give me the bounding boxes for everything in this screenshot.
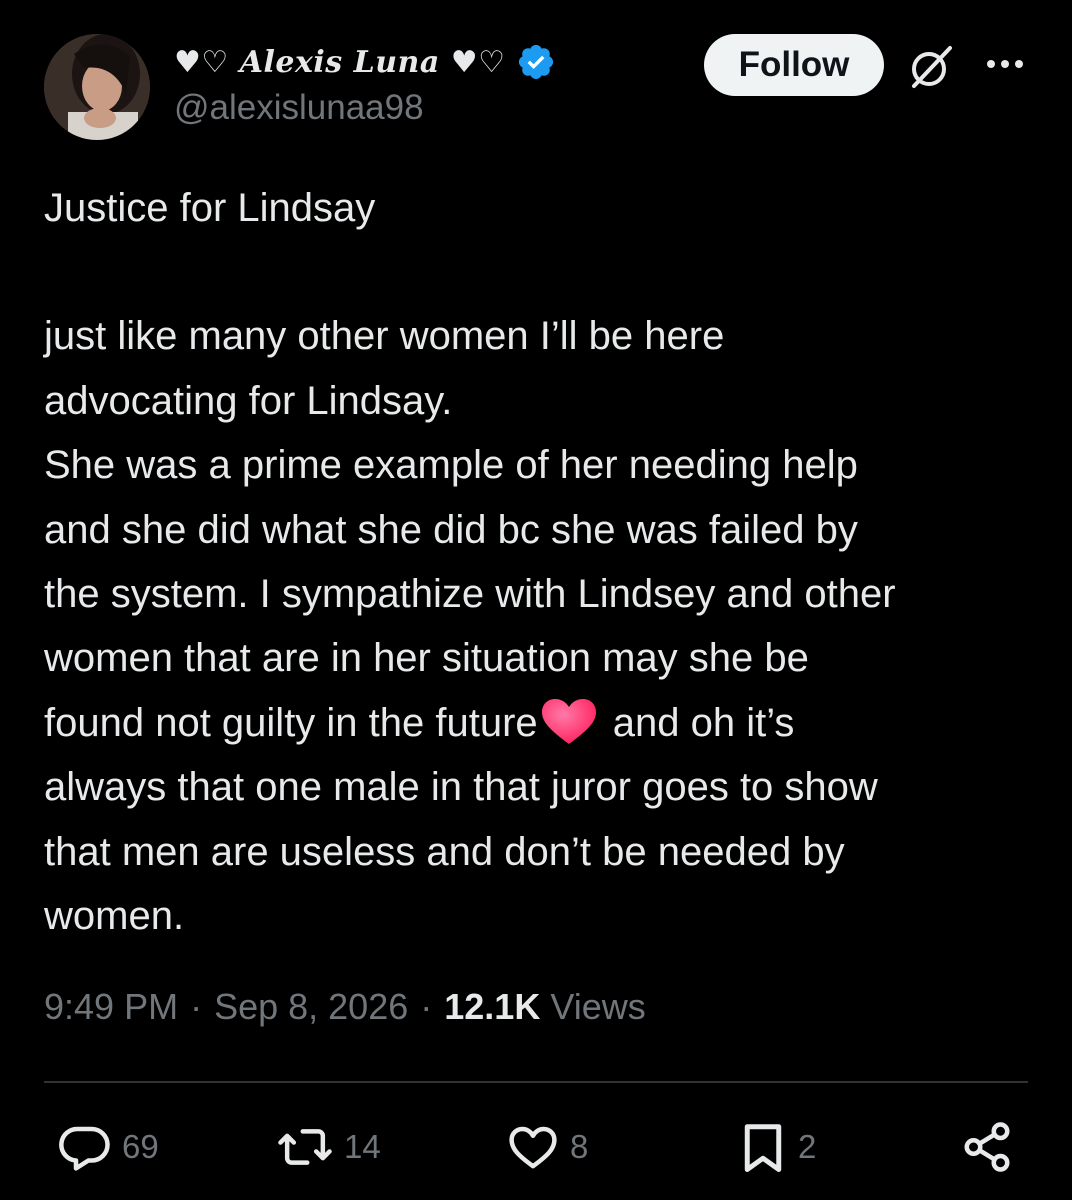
reply-count: 69 bbox=[122, 1128, 159, 1165]
share-icon bbox=[964, 1122, 1010, 1172]
retweet-count: 14 bbox=[344, 1128, 381, 1165]
bookmark-count: 2 bbox=[798, 1128, 817, 1165]
like-button[interactable]: 8 bbox=[506, 1112, 588, 1182]
retweet-icon bbox=[278, 1129, 332, 1165]
grok-icon[interactable] bbox=[906, 42, 956, 92]
user-handle[interactable]: @alexislunaa98 bbox=[174, 88, 424, 128]
tweet-date[interactable]: Sep 8, 2026 bbox=[214, 986, 408, 1028]
follow-button[interactable]: Follow bbox=[704, 34, 884, 96]
bookmark-button[interactable]: 2 bbox=[738, 1112, 816, 1182]
tweet-time[interactable]: 9:49 PM bbox=[44, 986, 178, 1028]
tweet-title-line: Justice for Lindsay bbox=[44, 186, 376, 230]
tweet-header: ♥♡ Alexis Luna ♥♡ @alexislunaa98 Follow bbox=[44, 30, 1028, 142]
tweet-line: women that are in her situation may she … bbox=[44, 636, 809, 681]
display-name[interactable]: ♥♡ Alexis Luna ♥♡ bbox=[174, 45, 506, 80]
tweet-line: women. bbox=[44, 894, 185, 939]
share-button[interactable] bbox=[960, 1112, 1014, 1182]
heart-icon bbox=[509, 1126, 557, 1169]
reply-icon bbox=[59, 1126, 110, 1171]
tweet-actions-bar: 69 14 8 2 bbox=[44, 1112, 1028, 1182]
reply-button[interactable]: 69 bbox=[58, 1112, 159, 1182]
tweet-line: just like many other women I’ll be here bbox=[44, 314, 725, 359]
views-count: 12.1K bbox=[444, 986, 541, 1027]
bookmark-icon bbox=[744, 1124, 782, 1172]
views-label: Views bbox=[550, 986, 646, 1027]
tweet-line-part: and oh it’s bbox=[601, 700, 795, 745]
tweet-meta: 9:49 PM · Sep 8, 2026 · 12.1K Views bbox=[44, 986, 646, 1028]
tweet-line: that men are useless and don’t be needed… bbox=[44, 829, 845, 874]
tweet-line: advocating for Lindsay. bbox=[44, 378, 453, 423]
display-name-row: ♥♡ Alexis Luna ♥♡ bbox=[174, 38, 556, 86]
tweet-line-with-emoji: found not guilty in the future and oh it… bbox=[44, 691, 1034, 755]
tweet-line-part: found not guilty in the future bbox=[44, 700, 538, 745]
retweet-button[interactable]: 14 bbox=[276, 1112, 381, 1182]
tweet-line: and she did what she did bc she was fail… bbox=[44, 507, 858, 552]
meta-separator: · bbox=[190, 986, 203, 1027]
more-options-icon[interactable] bbox=[982, 44, 1028, 84]
avatar[interactable] bbox=[44, 34, 150, 140]
like-count: 8 bbox=[570, 1128, 589, 1165]
avatar-image bbox=[44, 34, 150, 140]
red-heart-emoji-icon bbox=[540, 698, 598, 746]
tweet-line: She was a prime example of her needing h… bbox=[44, 443, 858, 488]
divider bbox=[44, 1081, 1028, 1083]
tweet-text: Justice for Lindsay just like many other… bbox=[44, 176, 1034, 948]
tweet-line: always that one male in that juror goes … bbox=[44, 765, 878, 810]
tweet-line: the system. I sympathize with Lindsey an… bbox=[44, 572, 896, 617]
meta-separator: · bbox=[420, 986, 433, 1027]
verified-badge-icon bbox=[516, 42, 556, 82]
